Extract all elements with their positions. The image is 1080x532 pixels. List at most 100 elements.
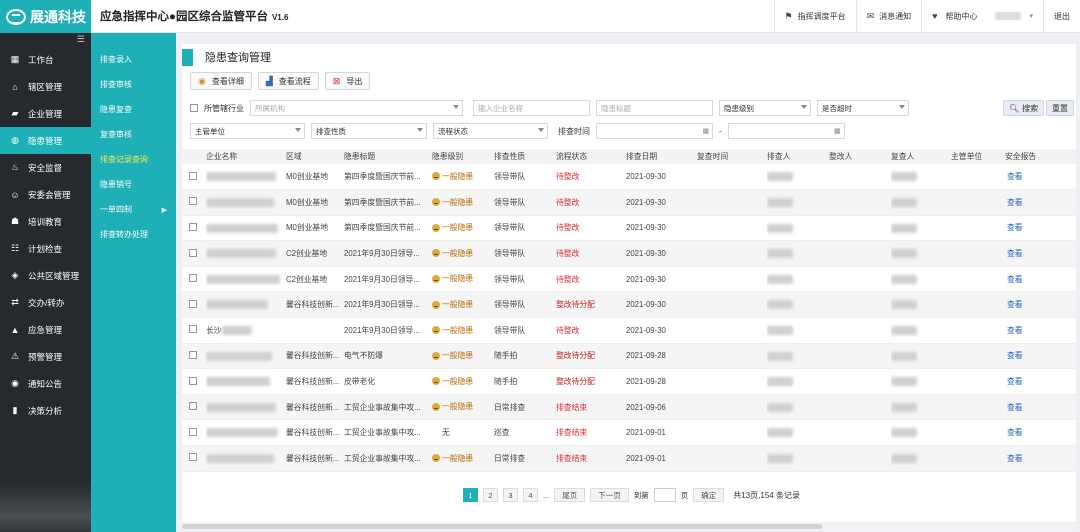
end-date-input[interactable]: ▦ xyxy=(727,123,845,139)
view-report-link[interactable]: 查看 xyxy=(1005,189,1076,216)
page-button-3[interactable]: 3 xyxy=(503,488,518,502)
table-row[interactable]: M0创业基地 第四季度暨国庆节前... 一般隐患 领导带队 待整改 2021-09-30 查… xyxy=(182,215,1076,242)
sidebar-item-8[interactable]: ◈ 公共区域管理 xyxy=(0,262,91,289)
table-row[interactable]: C2创业基地 2021年9月30日领导... 一般隐患 领导带队 待整改 2021-09-… xyxy=(182,240,1076,267)
subnav-item-5[interactable]: 隐患销号 xyxy=(91,172,176,197)
view-detail-button[interactable]: ◉ 查看详细 xyxy=(190,72,252,90)
scrollbar-thumb[interactable] xyxy=(182,524,822,529)
table-row[interactable]: 馨谷科技创新... 工贸企业事故集中攻... 一般隐患 日常排查 排查结束 2021-09… xyxy=(182,445,1076,472)
table-row[interactable]: 馨谷科技创新... 皮带老化 一般隐患 随手拍 整改待分配 2021-09-28 查看 xyxy=(182,368,1076,395)
sidebar-item-6[interactable]: ☗ 培训教育 xyxy=(0,208,91,235)
column-header: 复查人 xyxy=(891,149,951,164)
help-center-link[interactable]: ♥ 帮助中心 ▾ xyxy=(921,0,1043,33)
horizontal-scrollbar[interactable] xyxy=(182,523,1076,530)
sidebar-item-12[interactable]: ◉ 通知公告 xyxy=(0,370,91,397)
row-checkbox[interactable] xyxy=(189,274,197,283)
export-button[interactable]: ⊠ 导出 xyxy=(324,72,371,90)
search-button[interactable]: 🔍︎ 搜索 xyxy=(1003,100,1045,116)
menu-toggle-icon[interactable]: ☰ xyxy=(0,33,91,46)
page-button-4[interactable]: 4 xyxy=(523,488,538,502)
sidebar-item-2[interactable]: ▰ 企业管理 xyxy=(0,100,91,127)
column-header: 流程状态 xyxy=(556,149,626,164)
page-number-input[interactable] xyxy=(653,488,676,502)
row-checkbox[interactable] xyxy=(189,248,197,257)
company-input[interactable]: 输入企业名称 xyxy=(473,100,590,116)
sidebar-item-11[interactable]: ⚠ 预警管理 xyxy=(0,343,91,370)
start-date-input[interactable]: ▦ xyxy=(596,123,713,139)
table-row[interactable]: 馨谷科技创新... 电气不防爆 一般隐患 随手拍 整改待分配 2021-09-28 查看 xyxy=(182,343,1076,370)
logout-link[interactable]: 退出 xyxy=(1043,0,1080,33)
page-button-1[interactable]: 1 xyxy=(463,488,478,502)
next-page-button[interactable]: 下一页 xyxy=(590,488,629,502)
org-select[interactable]: 所属机构 xyxy=(250,100,463,116)
company-name-redacted xyxy=(206,402,276,412)
row-checkbox[interactable] xyxy=(189,325,197,334)
row-checkbox[interactable] xyxy=(189,453,197,462)
message-notification-link[interactable]: ✉ 消息通知 xyxy=(855,0,922,33)
sidebar-item-5[interactable]: ☺ 安委会管理 xyxy=(0,181,91,208)
group-icon: ☺ xyxy=(10,189,20,200)
view-report-link[interactable]: 查看 xyxy=(1005,317,1076,344)
confirm-page-button[interactable]: 确定 xyxy=(693,488,725,502)
table-row[interactable]: C2创业基地 2021年9月30日领导... 一般隐患 领导带队 待整改 2021-09-… xyxy=(182,266,1076,293)
row-checkbox[interactable] xyxy=(189,299,197,308)
reset-button[interactable]: 重置 xyxy=(1046,100,1074,116)
view-report-link[interactable]: 查看 xyxy=(1005,215,1076,242)
row-checkbox[interactable] xyxy=(189,171,197,180)
overdue-select[interactable]: 是否超时 xyxy=(817,100,909,116)
last-page-button[interactable]: 尾页 xyxy=(554,488,586,502)
sidebar-item-10[interactable]: ▲ 应急管理 xyxy=(0,316,91,343)
sidebar-item-1[interactable]: ⌂ 辖区管理 xyxy=(0,73,91,100)
subnav-item-4[interactable]: 排查记录查询 xyxy=(91,147,176,172)
sidebar-item-7[interactable]: ☷ 计划检查 xyxy=(0,235,91,262)
view-report-link[interactable]: 查看 xyxy=(1005,164,1076,191)
table-row[interactable]: M0创业基地 第四季度暨国庆节前... 一般隐患 领导带队 待整改 2021-09-30 查… xyxy=(182,189,1076,216)
level-badge: 一般隐患 xyxy=(432,350,473,361)
user-avatar[interactable] xyxy=(995,12,1022,20)
time-label: 排查时间 xyxy=(558,126,590,136)
table-row[interactable]: 馨谷科技创新... 工贸企业事故集中攻... 一般隐患 日常排查 排查结束 2021-09… xyxy=(182,394,1076,421)
subnav-item-0[interactable]: 排查录入 xyxy=(91,47,176,72)
chevron-down-icon[interactable]: ▾ xyxy=(1029,12,1033,20)
view-flow-button[interactable]: ▟ 查看流程 xyxy=(257,72,319,90)
jurisdiction-checkbox[interactable] xyxy=(190,104,198,112)
subnav-item-3[interactable]: 复查审核 xyxy=(91,122,176,147)
table-row[interactable]: M0创业基地 第四季度暨国庆节前... 一般隐患 领导带队 待整改 2021-09-30 查… xyxy=(182,164,1076,191)
subnav-item-1[interactable]: 排查审核 xyxy=(91,72,176,97)
sidebar-item-0[interactable]: ▦ 工作台 xyxy=(0,46,91,73)
table-row[interactable]: 馨谷科技创新... 2021年9月30日领导... 一般隐患 领导带队 整改待分配 202… xyxy=(182,291,1076,319)
company-name-redacted xyxy=(206,428,278,438)
flow-status-select[interactable]: 流程状态 xyxy=(433,123,548,139)
nature-cell: 巡查 xyxy=(494,419,556,447)
view-report-link[interactable]: 查看 xyxy=(1005,419,1076,447)
hazard-level-select[interactable]: 隐患级别 xyxy=(719,100,811,116)
face-icon xyxy=(432,326,440,335)
subnav-item-2[interactable]: 隐患复查 xyxy=(91,97,176,122)
sidebar-item-13[interactable]: ▮ 决策分析 xyxy=(0,397,91,424)
row-checkbox[interactable] xyxy=(189,350,197,359)
subnav-item-7[interactable]: 排查转办处理 xyxy=(91,222,176,247)
subnav-item-6[interactable]: 一单四制 ▶ xyxy=(91,197,176,222)
view-report-link[interactable]: 查看 xyxy=(1005,266,1076,293)
table-row[interactable]: 长沙 2021年9月30日领导... 一般隐患 领导带队 待整改 2021-09-30 查看 xyxy=(182,317,1076,344)
row-checkbox[interactable] xyxy=(189,427,197,436)
sidebar-item-9[interactable]: ⇄ 交办/转办 xyxy=(0,289,91,316)
view-report-link[interactable]: 查看 xyxy=(1005,343,1076,370)
sidebar-item-4[interactable]: ♨ 安全监督 xyxy=(0,154,91,181)
dispatch-platform-link[interactable]: ⚑ 指挥调度平台 xyxy=(773,0,856,33)
sidebar-item-3[interactable]: ◍ 隐患管理 xyxy=(0,127,91,154)
view-report-link[interactable]: 查看 xyxy=(1005,368,1076,395)
page-button-2[interactable]: 2 xyxy=(483,488,498,502)
view-report-link[interactable]: 查看 xyxy=(1005,240,1076,267)
row-checkbox[interactable] xyxy=(189,376,197,385)
row-checkbox[interactable] xyxy=(189,197,197,206)
hazard-title-input[interactable]: 隐患标题 xyxy=(596,100,713,116)
view-report-link[interactable]: 查看 xyxy=(1005,394,1076,421)
row-checkbox[interactable] xyxy=(189,222,197,231)
nature-select[interactable]: 排查性质 xyxy=(311,123,427,139)
row-checkbox[interactable] xyxy=(189,402,197,411)
view-report-link[interactable]: 查看 xyxy=(1005,445,1076,472)
dept-select[interactable]: 主管单位 xyxy=(190,123,305,139)
table-row[interactable]: 馨谷科技创新... 工贸企业事故集中攻... 无 巡查 排查结束 2021-09-01 查看 xyxy=(182,419,1076,447)
view-report-link[interactable]: 查看 xyxy=(1005,291,1076,319)
